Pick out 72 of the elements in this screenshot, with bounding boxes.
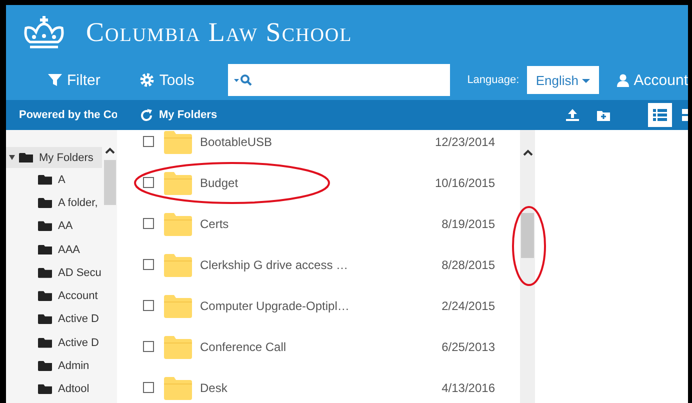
chevron-up-icon[interactable] <box>104 147 114 154</box>
tree-item[interactable]: AAA <box>6 238 102 262</box>
crown-icon <box>22 16 66 50</box>
file-name[interactable]: Certs <box>200 216 380 230</box>
tree-item[interactable]: Account <box>6 284 102 308</box>
tree-item[interactable]: Admin <box>6 354 102 378</box>
tree-item[interactable]: AD Secu <box>6 261 102 284</box>
checkbox[interactable] <box>143 218 154 229</box>
modified-date: 4/13/2016 <box>440 380 495 394</box>
search-field[interactable] <box>228 64 450 96</box>
search-icon <box>234 74 254 86</box>
folder-icon <box>164 212 192 236</box>
tree-item[interactable]: A folder, <box>6 191 102 215</box>
folder-icon <box>38 174 52 185</box>
folder-icon <box>164 376 192 400</box>
scroll-thumb[interactable] <box>104 160 116 205</box>
folder-icon <box>164 252 192 276</box>
scroll-thumb[interactable] <box>521 213 534 258</box>
folder-icon <box>38 221 52 232</box>
folder-icon <box>38 338 52 348</box>
checkbox[interactable] <box>143 382 154 393</box>
folder-icon <box>38 268 52 278</box>
folder-icon <box>164 170 192 194</box>
gear-icon <box>140 73 154 87</box>
modified-date: 10/16/2015 <box>434 176 495 190</box>
file-name[interactable]: Conference Call <box>200 340 380 354</box>
tree-item[interactable]: Adtool <box>6 378 102 401</box>
scrollbar[interactable] <box>520 130 535 403</box>
file-name[interactable]: Computer Upgrade-Optipl… <box>200 298 380 312</box>
modified-date: 8/19/2015 <box>440 216 495 230</box>
language-dropdown[interactable]: English <box>527 66 599 94</box>
folder-icon <box>38 314 52 324</box>
tree-item[interactable]: Active D <box>6 308 102 332</box>
new-folder-icon[interactable] <box>597 110 610 120</box>
folder-icon <box>164 334 192 358</box>
modified-date: 12/23/2014 <box>434 134 495 148</box>
folder-icon <box>38 291 52 302</box>
tree-item[interactable]: AA <box>6 214 102 238</box>
tree-item[interactable]: Active D <box>6 331 102 354</box>
funnel-icon <box>48 73 62 87</box>
refresh-icon <box>140 108 153 122</box>
tree-item[interactable]: My Folders <box>6 147 102 168</box>
checkbox[interactable] <box>143 259 154 270</box>
file-name[interactable]: Desk <box>200 380 380 394</box>
modified-date: 2/24/2015 <box>440 298 495 312</box>
upload-icon[interactable] <box>566 109 579 121</box>
folder-icon <box>38 198 52 208</box>
file-name[interactable]: Budget <box>200 176 380 190</box>
user-icon <box>616 74 629 86</box>
language-label: Language: <box>467 74 520 86</box>
folder-icon <box>164 294 192 318</box>
folder-icon <box>38 384 52 394</box>
checkbox[interactable] <box>143 341 154 352</box>
refresh-folder-button[interactable]: My Folders <box>140 108 218 122</box>
folder-icon <box>38 244 52 255</box>
folder-icon <box>38 361 52 372</box>
list-view-button[interactable] <box>648 103 672 127</box>
folder-icon <box>19 152 33 162</box>
checkbox[interactable] <box>143 300 154 311</box>
site-title: Columbia Law School <box>86 17 352 48</box>
grid-view-icon[interactable] <box>682 109 688 121</box>
modified-date: 8/28/2015 <box>440 258 495 272</box>
file-name[interactable]: BootableUSB <box>200 134 380 148</box>
modified-date: 6/25/2013 <box>440 340 495 354</box>
checkbox[interactable] <box>143 136 154 147</box>
checkbox[interactable] <box>143 177 154 188</box>
folder-icon <box>164 130 192 154</box>
chevron-up-icon[interactable] <box>522 149 532 156</box>
list-icon <box>653 109 667 121</box>
caret-icon <box>582 79 590 84</box>
file-name[interactable]: Clerkship G drive access … <box>200 258 380 272</box>
tree-item[interactable]: A <box>6 168 102 192</box>
